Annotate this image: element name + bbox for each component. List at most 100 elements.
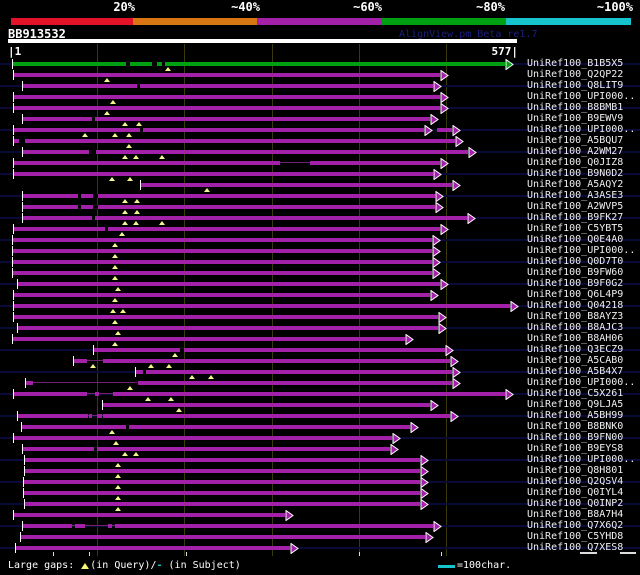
hit-label[interactable]: UniRef100_UPI000.. (527, 378, 635, 388)
alignment-bar[interactable] (14, 106, 440, 110)
hit-label[interactable]: UniRef100_Q0IYL4 (527, 488, 623, 498)
hit-label[interactable]: UniRef100_B9F0G2 (527, 279, 623, 289)
alignment-bar[interactable] (14, 293, 430, 297)
alignment-bar[interactable] (74, 359, 87, 363)
alignment-bar[interactable] (18, 326, 438, 330)
hit-label[interactable]: UniRef100_UPI000.. (527, 455, 635, 465)
hit-label[interactable]: UniRef100_UPI000.. (527, 246, 635, 256)
hit-label[interactable]: UniRef100_Q9LJA5 (527, 400, 623, 410)
hit-label[interactable]: UniRef100_Q2QP22 (527, 70, 623, 80)
hit-label[interactable]: UniRef100_Q8H801 (527, 466, 623, 476)
hit-label[interactable]: UniRef100_A5BH99 (527, 411, 623, 421)
hit-label[interactable]: UniRef100_Q0E4A0 (527, 235, 623, 245)
alignment-bar[interactable] (14, 392, 87, 396)
hit-label[interactable]: UniRef100_B8AJC3 (527, 323, 623, 333)
alignment-bar[interactable] (13, 337, 405, 341)
alignment-bar[interactable] (26, 381, 33, 385)
alignment-bar[interactable] (23, 117, 430, 121)
hit-label[interactable]: UniRef100_Q7X6Q2 (527, 521, 623, 531)
hit-label[interactable]: UniRef100_C5X261 (527, 389, 623, 399)
hit-label[interactable]: UniRef100_Q0INP2 (527, 499, 623, 509)
alignment-bar[interactable] (23, 194, 435, 198)
alignment-bar[interactable] (136, 370, 452, 374)
alignment-bar[interactable] (95, 392, 99, 396)
hit-label[interactable]: UniRef100_A5AQY2 (527, 180, 623, 190)
alignment-bar[interactable] (23, 84, 433, 88)
alignment-bar[interactable] (437, 128, 452, 132)
alignment-bar[interactable] (13, 62, 505, 66)
alignment-bar[interactable] (13, 249, 432, 253)
alignment-bar[interactable] (75, 524, 85, 528)
alignment-bar[interactable] (18, 414, 88, 418)
hit-label[interactable]: UniRef100_B8BMB1 (527, 103, 623, 113)
hit-label[interactable]: UniRef100_Q3ECZ9 (527, 345, 623, 355)
hit-label[interactable]: UniRef100_B9EYS8 (527, 444, 623, 454)
alignment-bar[interactable] (13, 260, 432, 264)
hit-label[interactable]: UniRef100_B8A7H4 (527, 510, 623, 520)
alignment-bar[interactable] (97, 414, 102, 418)
alignment-bar[interactable] (25, 502, 420, 506)
hit-label[interactable]: UniRef100_B9EWV9 (527, 114, 623, 124)
alignment-bar[interactable] (14, 73, 440, 77)
hit-label[interactable]: UniRef100_A5B4X7 (527, 367, 623, 377)
hit-label[interactable]: UniRef100_Q0D7T0 (527, 257, 623, 267)
alignment-bar[interactable] (89, 414, 92, 418)
alignment-bar[interactable] (14, 161, 280, 165)
alignment-bar[interactable] (22, 425, 410, 429)
hit-label[interactable]: UniRef100_A5CAB0 (527, 356, 623, 366)
hit-label[interactable]: UniRef100_Q7XES8 (527, 543, 623, 553)
alignment-bar[interactable] (18, 282, 440, 286)
alignment-bar[interactable] (14, 436, 392, 440)
alignment-bar[interactable] (14, 315, 438, 319)
hit-label[interactable]: UniRef100_B9FK27 (527, 213, 623, 223)
alignment-bar[interactable] (13, 271, 432, 275)
alignment-bar[interactable] (108, 524, 112, 528)
alignment-bar[interactable] (94, 348, 445, 352)
hit-label[interactable]: UniRef100_Q6L4P9 (527, 290, 623, 300)
alignment-bar[interactable] (14, 304, 510, 308)
alignment-bar[interactable] (24, 491, 420, 495)
alignment-bar[interactable] (115, 524, 433, 528)
hit-label[interactable]: UniRef100_A5BQU7 (527, 136, 623, 146)
alignment-bar[interactable] (13, 238, 432, 242)
alignment-bar[interactable] (103, 359, 450, 363)
hit-label[interactable]: UniRef100_A2WM27 (527, 147, 623, 157)
alignment-bar[interactable] (25, 458, 420, 462)
alignment-bar[interactable] (113, 392, 505, 396)
alignment-bar[interactable] (23, 447, 390, 451)
hit-label[interactable]: UniRef100_B9FW60 (527, 268, 623, 278)
hit-label[interactable]: UniRef100_Q0JIZ8 (527, 158, 623, 168)
alignment-bar[interactable] (138, 381, 452, 385)
alignment-bar[interactable] (14, 128, 424, 132)
hit-label[interactable]: UniRef100_B9FN00 (527, 433, 623, 443)
alignment-bar[interactable] (310, 161, 440, 165)
alignment-bar[interactable] (14, 172, 433, 176)
hit-label[interactable]: UniRef100_A3ASE3 (527, 191, 623, 201)
hit-label[interactable]: UniRef100_B8BNK0 (527, 422, 623, 432)
alignment-bar[interactable] (23, 205, 435, 209)
alignment-bar[interactable] (103, 403, 430, 407)
alignment-bar[interactable] (23, 216, 467, 220)
hit-label[interactable]: UniRef100_B9N0D2 (527, 169, 623, 179)
hit-label[interactable]: UniRef100_A2WVP5 (527, 202, 623, 212)
alignment-bar[interactable] (14, 227, 440, 231)
alignment-bar[interactable] (14, 513, 285, 517)
hit-label[interactable]: UniRef100_B8AYZ3 (527, 312, 623, 322)
alignment-bar[interactable] (14, 139, 455, 143)
alignment-bar[interactable] (14, 95, 440, 99)
alignment-bar[interactable] (21, 535, 425, 539)
hit-label[interactable]: UniRef100_C5YHD8 (527, 532, 623, 542)
alignment-bar[interactable] (23, 524, 72, 528)
hit-label[interactable]: UniRef100_Q2QSV4 (527, 477, 623, 487)
hit-label[interactable]: UniRef100_UPI000.. (527, 125, 635, 135)
hit-label[interactable]: UniRef100_B8AH06 (527, 334, 623, 344)
hit-label[interactable]: UniRef100_UPI000.. (527, 92, 635, 102)
alignment-bar[interactable] (25, 469, 420, 473)
alignment-bar[interactable] (24, 480, 420, 484)
alignment-bar[interactable] (141, 183, 452, 187)
alignment-bar[interactable] (103, 414, 450, 418)
hit-label[interactable]: UniRef100_B1B5X5 (527, 59, 623, 69)
hit-label[interactable]: UniRef100_C5YBT5 (527, 224, 623, 234)
hit-label[interactable]: UniRef100_Q8LIT9 (527, 81, 623, 91)
alignment-bar[interactable] (16, 546, 290, 550)
